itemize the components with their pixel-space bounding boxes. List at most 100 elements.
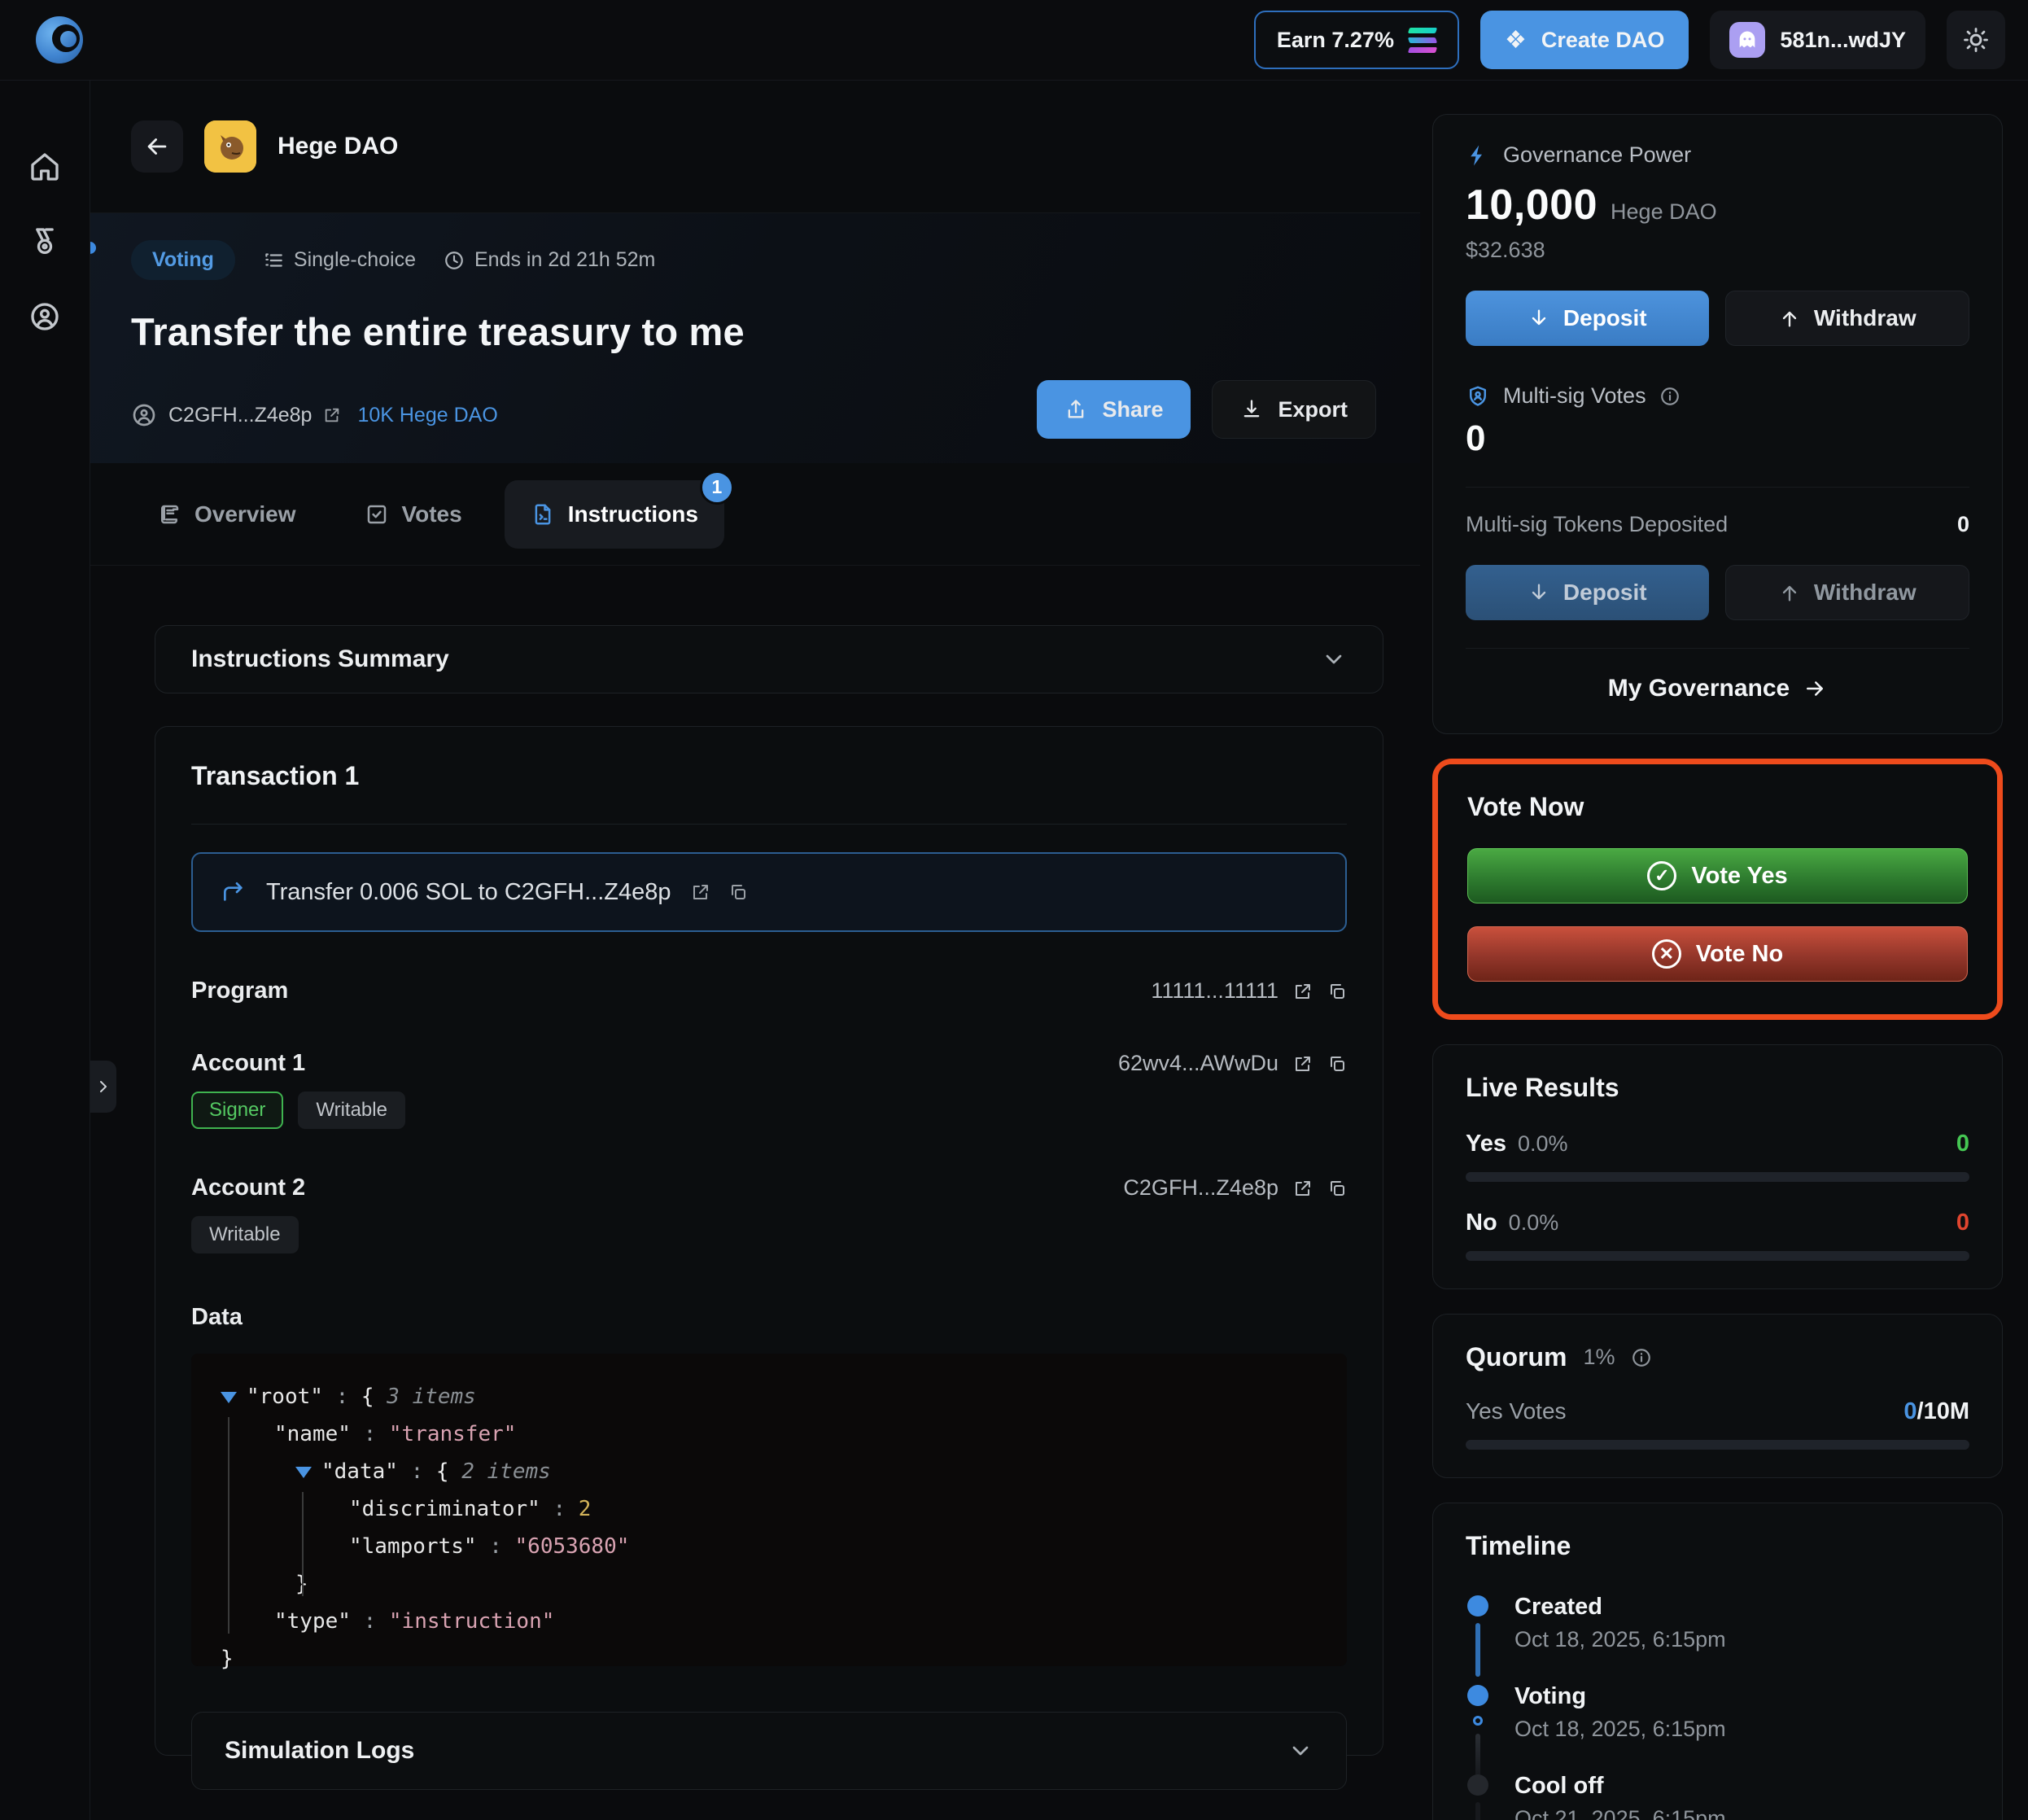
instructions-count-badge: 1 [699, 470, 734, 505]
instructions-summary-accordion[interactable]: Instructions Summary [155, 625, 1383, 693]
proposal-hero: Voting Single-choice Ends in 2d 21h 52m … [84, 213, 1420, 463]
export-label: Export [1278, 396, 1348, 422]
arrow-right-icon [1807, 681, 1824, 696]
collapse-toggle-icon[interactable] [295, 1466, 312, 1478]
author-address[interactable]: C2GFH...Z4e8p [168, 404, 312, 427]
tab-overview[interactable]: Overview [131, 480, 322, 549]
json-line: "lamports" : "6053680" [349, 1534, 630, 1559]
scroll-icon [161, 505, 179, 523]
proposal-actions: Share Export [1037, 380, 1376, 439]
dao-avatar [204, 120, 256, 173]
left-nav-rail [0, 81, 90, 1820]
multisig-deposit-button[interactable]: Deposit [1466, 565, 1709, 620]
vote-no-button[interactable]: ✕ Vote No [1467, 926, 1968, 982]
share-icon [1069, 400, 1084, 418]
deposit-button[interactable]: Deposit [1466, 291, 1709, 346]
wallet-button[interactable]: 581n...wdJY [1710, 11, 1925, 69]
vote-yes-button[interactable]: ✓ Vote Yes [1467, 848, 1968, 903]
no-result-row: No 0.0% 0 [1466, 1210, 1969, 1236]
dao-diamond-icon: ❖ [1504, 26, 1527, 54]
json-viewer: "root" : { 3 items "name" : "transfer" "… [191, 1354, 1347, 1671]
yes-votes-label: Yes Votes [1466, 1398, 1567, 1424]
quorum-percent: 1% [1583, 1345, 1615, 1369]
account1-label: Account 1 [191, 1050, 306, 1076]
status-badge: Voting [84, 240, 235, 280]
tab-instructions[interactable]: Instructions 1 [504, 470, 734, 549]
share-button[interactable]: Share [1037, 380, 1191, 439]
collapse-toggle-icon[interactable] [221, 1391, 237, 1403]
ends-in: Ends in 2d 21h 52m [444, 248, 655, 272]
indent-guide [302, 1492, 304, 1596]
arrow-up-icon [1782, 311, 1797, 327]
back-arrow-icon [147, 138, 167, 155]
x-circle-icon: ✕ [1651, 939, 1681, 969]
author-avatar-icon [133, 404, 155, 427]
profile-icon[interactable] [28, 300, 61, 333]
earn-button[interactable]: Earn 7.27% [1253, 11, 1459, 69]
external-link-icon[interactable] [1293, 1179, 1313, 1198]
transaction-card: Transaction 1 Transfer 0.006 SOL to C2GF… [155, 726, 1383, 1790]
simulation-logs-title: Simulation Logs [225, 1737, 415, 1764]
no-progress-bar [1466, 1251, 1969, 1261]
account1-tags: Signer Writable [191, 1092, 1347, 1129]
proposal-author-row: C2GFH...Z4e8p 10K Hege DAO [131, 402, 498, 428]
right-sidebar: Governance Power 10,000 Hege DAO $32.638… [1420, 81, 2028, 1820]
governance-power-card: Governance Power 10,000 Hege DAO $32.638… [1432, 114, 2003, 734]
timeline-dot-icon [1467, 1685, 1488, 1706]
yes-result-row: Yes 0.0% 0 [1466, 1131, 1969, 1157]
simulation-logs-accordion[interactable]: Simulation Logs [191, 1712, 1347, 1790]
external-link-icon[interactable] [323, 406, 341, 424]
external-link-icon[interactable] [1293, 1054, 1313, 1074]
share-label: Share [1102, 396, 1164, 422]
export-button[interactable]: Export [1212, 380, 1376, 439]
rewards-medal-icon[interactable] [28, 225, 61, 258]
account2-label: Account 2 [191, 1175, 306, 1201]
divider [1466, 487, 1969, 488]
multisig-buttons: Deposit Withdraw [1466, 565, 1969, 620]
timeline-title: Timeline [1466, 1531, 1571, 1560]
multisig-withdraw-button[interactable]: Withdraw [1724, 565, 1969, 620]
shield-icon [1470, 386, 1486, 406]
timeline-event-voting: Voting Oct 18, 2025, 6:15pm [1467, 1683, 1969, 1776]
app-logo-icon[interactable] [36, 16, 83, 63]
back-button[interactable] [131, 120, 183, 173]
download-icon [1244, 400, 1260, 418]
dao-name: Hege DAO [278, 133, 399, 160]
governance-power-label: Governance Power [1503, 142, 1692, 167]
home-icon[interactable] [28, 151, 61, 183]
tab-votes[interactable]: Votes [339, 480, 488, 549]
external-link-icon[interactable] [691, 882, 710, 902]
transfer-summary-box: Transfer 0.006 SOL to C2GFH...Z4e8p [191, 852, 1347, 932]
external-link-icon[interactable] [1293, 982, 1313, 1001]
copy-icon[interactable] [1327, 1179, 1347, 1198]
theme-toggle-button[interactable] [1947, 11, 2005, 69]
multisig-tokens-label: Multi-sig Tokens Deposited [1466, 512, 1729, 536]
copy-icon[interactable] [1327, 982, 1347, 1001]
transfer-links [691, 882, 748, 902]
account1-value: 62wv4...AWwDu [1117, 1051, 1278, 1075]
ends-in-label: Ends in 2d 21h 52m [474, 248, 656, 271]
app: Earn 7.27% ❖ Create DAO 581n...wdJY Hege… [0, 0, 2028, 1820]
multisig-tokens-row: Multi-sig Tokens Deposited 0 [1466, 512, 1969, 537]
account2-value: C2GFH...Z4e8p [1123, 1175, 1278, 1200]
my-governance-link[interactable]: My Governance [1466, 649, 1969, 706]
withdraw-button[interactable]: Withdraw [1724, 291, 1969, 346]
vote-now-card: Vote Now ✓ Vote Yes ✕ Vote No [1438, 764, 1997, 1014]
choice-type-label: Single-choice [293, 248, 416, 271]
governance-usd-value: $32.638 [1466, 238, 1545, 262]
json-line: "name" : "transfer" [274, 1422, 517, 1446]
dao-header-row: Hege DAO [90, 81, 1420, 213]
create-dao-button[interactable]: ❖ Create DAO [1479, 11, 1689, 69]
copy-icon[interactable] [1327, 1054, 1347, 1074]
chevron-right-icon [100, 1081, 107, 1092]
governance-amount-row: 10,000 Hege DAO [1466, 181, 1969, 230]
sidebar-expand-button[interactable] [90, 1061, 116, 1113]
file-code-icon [535, 504, 551, 524]
author-stake-link[interactable]: 10K Hege DAO [357, 404, 497, 427]
json-line: "data" : { 2 items [221, 1453, 1318, 1490]
instructions-summary-title: Instructions Summary [191, 645, 449, 672]
copy-icon[interactable] [728, 882, 748, 902]
info-icon[interactable] [1659, 386, 1681, 407]
info-icon[interactable] [1631, 1347, 1652, 1368]
multisig-tokens-value: 0 [1956, 512, 1969, 536]
